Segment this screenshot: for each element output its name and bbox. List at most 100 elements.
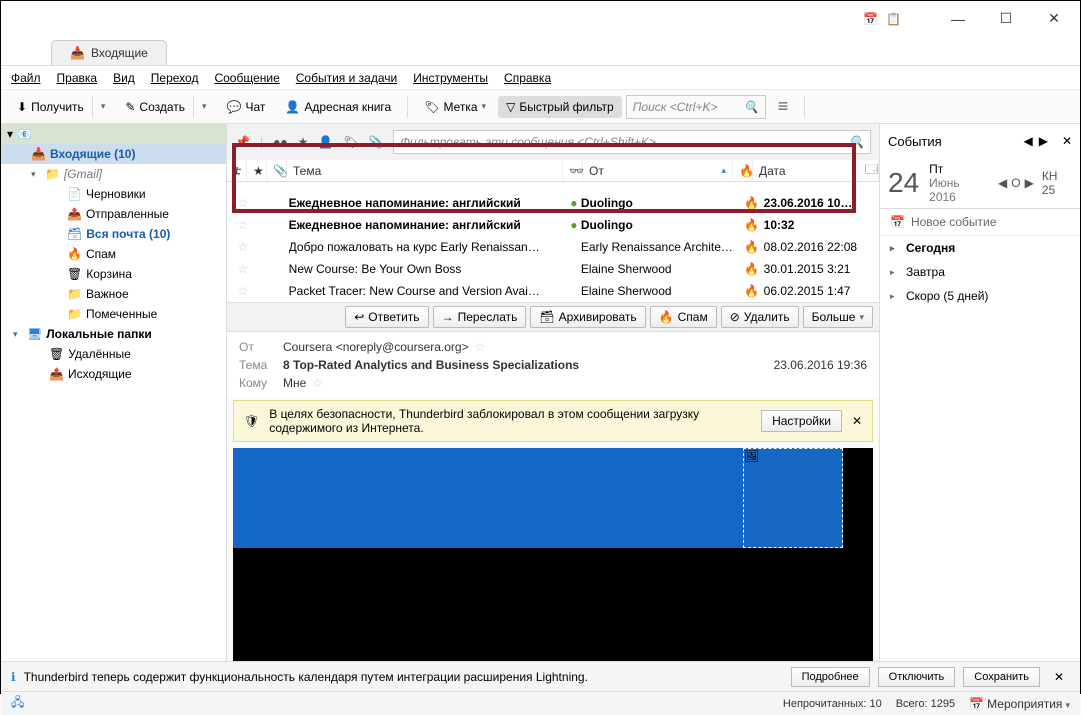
menu-go[interactable]: Переход: [151, 71, 199, 85]
col-thread[interactable]: ቲ: [227, 160, 247, 181]
chevron-down-icon[interactable]: ▾: [202, 101, 207, 112]
message-preview[interactable]: 🖼: [233, 448, 873, 661]
more-button[interactable]: Больше▾: [803, 306, 873, 328]
star-icon[interactable]: ★: [298, 135, 309, 149]
cal-tomorrow[interactable]: ▸ Завтра: [880, 260, 1080, 284]
junk-icon[interactable]: 🔥: [740, 284, 764, 298]
expander-icon[interactable]: ▾: [13, 329, 23, 340]
quick-filter-button[interactable]: ▽ Быстрый фильтр: [498, 96, 622, 118]
prev-week-icon[interactable]: ◀: [998, 176, 1007, 190]
message-row[interactable]: ☆Ежедневное напоминание: английский●Duol…: [227, 214, 879, 236]
tag-icon[interactable]: 🏷: [343, 135, 358, 149]
message-row[interactable]: ☆Добро пожаловать на курс Early Renaissa…: [227, 236, 879, 258]
read-dot[interactable]: ●: [567, 196, 581, 210]
col-junk[interactable]: 🔥: [733, 160, 753, 181]
cal-today[interactable]: ▸ Сегодня: [880, 236, 1080, 260]
menu-message[interactable]: Сообщение: [214, 71, 279, 85]
global-search-input[interactable]: Поиск <Ctrl+K> 🔍: [626, 95, 766, 119]
close-icon[interactable]: ✕: [1062, 134, 1072, 148]
cal-soon[interactable]: ▸ Скоро (5 дней): [880, 284, 1080, 308]
get-mail-button[interactable]: ⬇ Получить ▾: [9, 92, 113, 122]
folder-starred[interactable]: 📁 Помеченные: [1, 304, 226, 324]
unread-icon[interactable]: ●●: [273, 135, 288, 149]
col-date[interactable]: Дата: [753, 160, 859, 181]
menu-events[interactable]: События и задачи: [296, 71, 397, 85]
read-dot[interactable]: ●: [567, 218, 581, 232]
star-toggle[interactable]: ☆: [233, 262, 253, 276]
close-button[interactable]: ✕: [1040, 10, 1068, 27]
spam-button[interactable]: 🔥Спам: [650, 306, 717, 328]
menu-edit[interactable]: Правка: [57, 71, 98, 85]
junk-icon[interactable]: 🔥: [740, 262, 764, 276]
events-pane-toggle[interactable]: 📅 Мероприятия ▾: [969, 697, 1070, 711]
forward-button[interactable]: →Переслать: [433, 306, 527, 328]
star-toggle[interactable]: ☆: [233, 218, 253, 232]
star-toggle[interactable]: ☆: [233, 240, 253, 254]
tasks-small-icon[interactable]: 📋: [886, 12, 901, 26]
to-value[interactable]: Мне: [283, 376, 306, 390]
chevron-down-icon[interactable]: ▾: [101, 101, 106, 112]
junk-icon[interactable]: 🔥: [740, 196, 764, 210]
chevron-down-icon[interactable]: ▾: [482, 101, 487, 112]
folder-inbox[interactable]: 📥 Входящие (10): [1, 144, 226, 164]
create-button[interactable]: ✎ Создать ▾: [117, 92, 214, 122]
archive-button[interactable]: 🗃Архивировать: [530, 306, 645, 328]
expander-icon[interactable]: ▾: [7, 127, 13, 141]
close-icon[interactable]: ✕: [1054, 670, 1064, 684]
message-row[interactable]: ☆New Course: Be Your Own BossElaine Sher…: [227, 258, 879, 280]
menu-help[interactable]: Справка: [504, 71, 551, 85]
settings-button[interactable]: Настройки: [761, 410, 842, 432]
maximize-button[interactable]: ☐: [992, 10, 1020, 27]
next-icon[interactable]: ▶: [1039, 134, 1048, 148]
star-icon[interactable]: ☆: [475, 340, 486, 354]
reply-button[interactable]: ↩Ответить: [345, 306, 428, 328]
star-icon[interactable]: ☆: [312, 376, 323, 390]
prev-icon[interactable]: ◀: [1023, 134, 1032, 148]
contact-icon[interactable]: 👤: [318, 135, 333, 149]
expander-icon[interactable]: ▾: [31, 169, 41, 180]
attach-icon[interactable]: 📎: [369, 135, 384, 149]
minimize-button[interactable]: —: [944, 11, 972, 27]
star-toggle[interactable]: ☆: [233, 196, 253, 210]
col-attach[interactable]: 📎: [267, 160, 287, 181]
col-star[interactable]: ★: [247, 160, 267, 181]
menu-view[interactable]: Вид: [113, 71, 135, 85]
calendar-small-icon[interactable]: 📅: [863, 12, 878, 26]
folder-outgoing[interactable]: 📤 Исходящие: [1, 364, 226, 384]
folder-local[interactable]: ▾ 🖥 Локальные папки: [1, 324, 226, 344]
today-nav[interactable]: O: [1011, 176, 1020, 190]
folder-deleted[interactable]: 🗑 Удалённые: [1, 344, 226, 364]
col-from[interactable]: От▴: [583, 160, 733, 181]
folder-sent[interactable]: 📤 Отправленные: [1, 204, 226, 224]
menu-tools[interactable]: Инструменты: [413, 71, 488, 85]
folder-drafts[interactable]: 📄 Черновики: [1, 184, 226, 204]
tab-inbox[interactable]: 📥 Входящие: [51, 40, 167, 65]
message-row[interactable]: ☆Packet Tracer: New Course and Version A…: [227, 280, 879, 302]
menu-file[interactable]: Файл: [11, 71, 41, 85]
folder-gmail[interactable]: ▾ 📁 [Gmail]: [1, 164, 226, 184]
col-read[interactable]: 👓: [563, 160, 583, 181]
quick-filter-input[interactable]: Фильтровать эти сообщения <Ctrl+Shift+K>…: [393, 130, 871, 154]
star-toggle[interactable]: ☆: [233, 284, 253, 298]
close-icon[interactable]: ✕: [852, 414, 862, 428]
app-menu-button[interactable]: ≡: [770, 96, 797, 117]
new-event-button[interactable]: 📅 Новое событие: [880, 209, 1080, 236]
pin-icon[interactable]: 📌: [235, 135, 250, 149]
junk-icon[interactable]: 🔥: [740, 240, 764, 254]
online-icon[interactable]: 🖧: [11, 693, 24, 714]
from-value[interactable]: Coursera <noreply@coursera.org>: [283, 340, 469, 354]
junk-icon[interactable]: 🔥: [740, 218, 764, 232]
account-row[interactable]: ▾ 📧: [1, 124, 226, 144]
message-row[interactable]: ☆Ежедневное напоминание: английский●Duol…: [227, 192, 879, 214]
col-subject[interactable]: Тема: [287, 160, 563, 181]
folder-allmail[interactable]: 🗃 Вся почта (10): [1, 224, 226, 244]
disable-button[interactable]: Отключить: [878, 667, 956, 687]
save-button[interactable]: Сохранить: [963, 667, 1040, 687]
folder-important[interactable]: 📁 Важное: [1, 284, 226, 304]
folder-spam[interactable]: 🔥 Спам: [1, 244, 226, 264]
address-book-button[interactable]: 👤 Адресная книга: [277, 96, 399, 118]
delete-button[interactable]: ⊘Удалить: [721, 306, 799, 328]
tag-button[interactable]: 🏷 Метка ▾: [416, 96, 494, 118]
col-picker[interactable]: 🗔: [859, 160, 879, 181]
more-info-button[interactable]: Подробнее: [791, 667, 870, 687]
